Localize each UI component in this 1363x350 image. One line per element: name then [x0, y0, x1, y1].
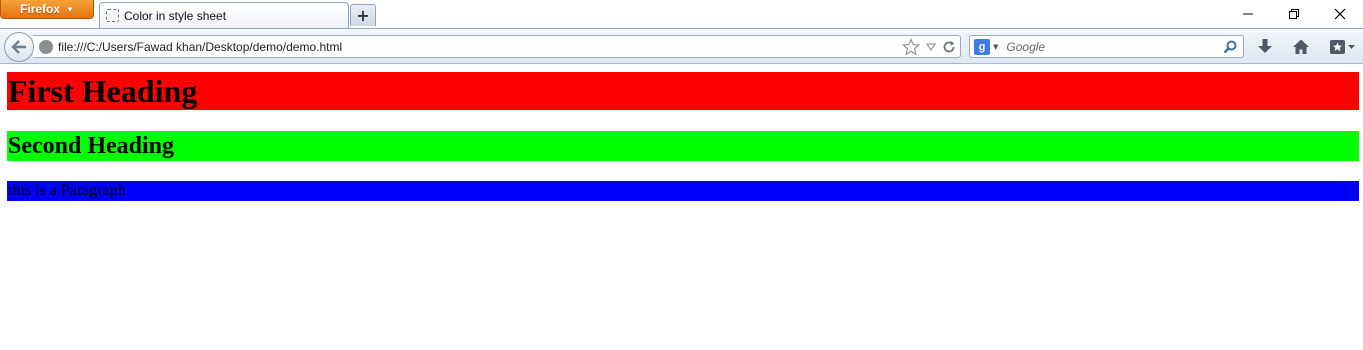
- dropdown-triangle-icon[interactable]: [926, 42, 936, 52]
- home-button[interactable]: [1291, 37, 1311, 57]
- page-content: First Heading Second Heading this is a P…: [0, 64, 1363, 350]
- google-icon[interactable]: g: [974, 38, 990, 55]
- search-engine-dropdown-icon[interactable]: ▼: [993, 43, 998, 51]
- restore-button[interactable]: [1271, 0, 1317, 28]
- reload-icon[interactable]: [942, 40, 956, 54]
- firefox-menu-label: Firefox: [20, 2, 61, 16]
- first-heading: First Heading: [7, 72, 1359, 110]
- close-icon: [1334, 8, 1346, 20]
- address-bar[interactable]: file:///C:/Users/Fawad khan/Desktop/demo…: [33, 35, 961, 58]
- navigation-toolbar: file:///C:/Users/Fawad khan/Desktop/demo…: [0, 28, 1363, 64]
- new-tab-button[interactable]: +: [350, 4, 376, 26]
- plus-icon: +: [356, 6, 370, 25]
- search-input[interactable]: [1006, 39, 1217, 54]
- back-arrow-icon: [11, 40, 26, 54]
- paragraph: this is a Paragraph: [7, 181, 1359, 201]
- globe-icon: [39, 39, 53, 54]
- download-icon: [1258, 39, 1272, 53]
- close-button[interactable]: [1317, 0, 1363, 28]
- page-icon: [106, 9, 119, 22]
- minimize-icon: [1243, 13, 1253, 15]
- home-icon: [1293, 39, 1309, 54]
- url-text[interactable]: file:///C:/Users/Fawad khan/Desktop/demo…: [58, 40, 342, 54]
- star-icon[interactable]: [902, 38, 920, 56]
- back-button[interactable]: [4, 32, 34, 62]
- tab-active[interactable]: Color in style sheet: [99, 2, 349, 28]
- restore-icon: [1289, 9, 1299, 19]
- bookmarks-button[interactable]: [1328, 37, 1358, 57]
- chevron-down-icon: ▼: [66, 4, 74, 14]
- downloads-button[interactable]: [1255, 37, 1275, 57]
- address-bar-actions: [902, 38, 956, 56]
- search-icon[interactable]: [1222, 39, 1238, 55]
- bookmarks-icon: [1330, 40, 1355, 54]
- search-bar[interactable]: g ▼: [969, 35, 1244, 58]
- second-heading: Second Heading: [7, 131, 1359, 161]
- firefox-menu-button[interactable]: Firefox ▼: [0, 0, 94, 19]
- window-controls: [1225, 0, 1363, 28]
- minimize-button[interactable]: [1225, 0, 1271, 28]
- title-bar: Firefox ▼ Color in style sheet +: [0, 0, 1363, 28]
- tab-title: Color in style sheet: [124, 8, 227, 23]
